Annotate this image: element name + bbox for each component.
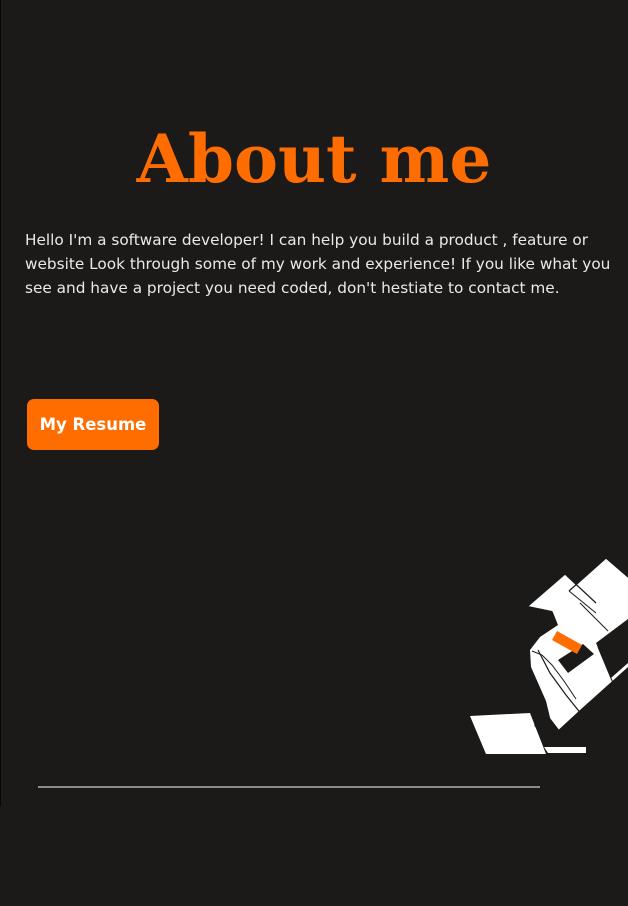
abstract-ribbon-illustration [470, 557, 628, 754]
intro-text: Hello I'm a software developer! I can he… [25, 231, 611, 297]
divider [38, 786, 540, 788]
resume-button[interactable]: My Resume [27, 399, 159, 450]
page-title: About me [136, 120, 492, 198]
